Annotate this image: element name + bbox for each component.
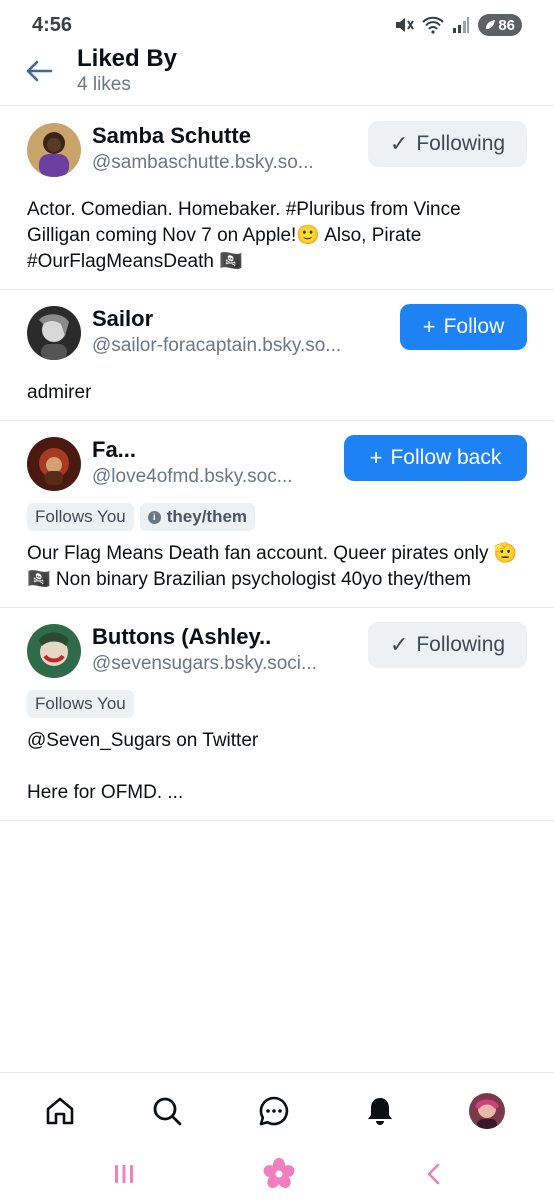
wifi-icon — [422, 16, 445, 34]
plus-icon: + — [422, 314, 436, 339]
status-time: 4:56 — [32, 14, 73, 36]
likes-count: 4 likes — [77, 74, 131, 95]
avatar[interactable] — [27, 437, 81, 491]
system-nav-bar — [0, 1146, 554, 1200]
display-name[interactable]: Sailor — [92, 306, 153, 332]
page-title: Liked By — [77, 45, 178, 72]
badges: Follows You — [27, 690, 527, 718]
nav-chat[interactable] — [254, 1091, 294, 1131]
handle: @sailor-foracaptain.bsky.so... — [92, 335, 342, 356]
recents-icon — [115, 1165, 133, 1183]
handle: @love4ofmd.bsky.soc... — [92, 466, 293, 487]
chevron-left-icon — [427, 1163, 440, 1185]
bottom-nav — [0, 1072, 554, 1146]
following-button[interactable]: ✓ Following — [368, 121, 527, 167]
leaf-icon — [486, 20, 496, 29]
follow-button[interactable]: + Follow — [400, 304, 527, 350]
list-item[interactable]: Buttons (Ashley.. @sevensugars.bsky.soci… — [0, 608, 554, 821]
display-name[interactable]: Buttons (Ashley.. — [92, 624, 271, 650]
button-label: Follow back — [390, 446, 502, 469]
avatar[interactable] — [27, 123, 81, 177]
nav-profile[interactable] — [467, 1091, 507, 1131]
button-label: Following — [416, 132, 506, 155]
following-button[interactable]: ✓ Following — [368, 622, 527, 668]
bio: admirer — [27, 382, 92, 403]
check-icon: ✓ — [389, 632, 409, 657]
avatar[interactable] — [27, 624, 81, 678]
avatar[interactable] — [27, 306, 81, 360]
follows-you-badge: Follows You — [27, 503, 134, 531]
liked-by-list: Samba Schutte @sambaschutte.bsky.so... ✓… — [0, 107, 554, 821]
arrow-left-icon — [26, 60, 53, 82]
list-item[interactable]: Samba Schutte @sambaschutte.bsky.so... ✓… — [0, 107, 554, 290]
bio: @Seven_Sugars on Twitter Here for OFMD. … — [27, 730, 259, 803]
button-label: Follow — [443, 315, 505, 338]
check-icon: ✓ — [389, 131, 409, 156]
follows-you-badge: Follows You — [27, 690, 134, 718]
bio: Our Flag Means Death fan account. Queer … — [27, 543, 518, 590]
back-system-button[interactable] — [414, 1154, 454, 1194]
back-button[interactable] — [20, 54, 58, 88]
recents-button[interactable] — [104, 1154, 144, 1194]
pronouns-badge[interactable]: i they/them — [139, 503, 256, 531]
list-item[interactable]: Sailor @sailor-foracaptain.bsky.so... + … — [0, 290, 554, 421]
display-name[interactable]: Samba Schutte — [92, 123, 251, 149]
list-item[interactable]: Fa... @love4ofmd.bsky.soc... + Follow ba… — [0, 421, 554, 608]
nav-home[interactable] — [40, 1091, 80, 1131]
search-icon — [153, 1097, 182, 1126]
handle: @sevensugars.bsky.soci... — [92, 653, 317, 674]
info-icon: i — [147, 510, 161, 524]
home-icon — [46, 1097, 74, 1125]
bio: Actor. Comedian. Homebaker. #Pluribus fr… — [27, 199, 461, 272]
battery-level: 86 — [498, 16, 515, 34]
flower-icon — [263, 1158, 295, 1188]
plus-icon: + — [369, 445, 383, 470]
nav-notifications[interactable] — [360, 1091, 400, 1131]
home-system-button[interactable] — [259, 1154, 299, 1194]
bell-icon — [368, 1098, 392, 1125]
nav-search[interactable] — [147, 1091, 187, 1131]
display-name[interactable]: Fa... — [92, 437, 136, 463]
follow-back-button[interactable]: + Follow back — [344, 435, 527, 481]
status-icons: 86 — [394, 14, 522, 36]
signal-icon — [453, 17, 470, 33]
badges: Follows You i they/them — [27, 503, 527, 531]
mute-icon — [396, 18, 415, 32]
button-label: Following — [416, 633, 506, 656]
handle: @sambaschutte.bsky.so... — [92, 152, 314, 173]
chat-icon — [259, 1096, 289, 1126]
page-header: Liked By 4 likes — [0, 40, 554, 106]
profile-avatar — [469, 1093, 505, 1129]
battery-indicator: 86 — [478, 14, 522, 36]
